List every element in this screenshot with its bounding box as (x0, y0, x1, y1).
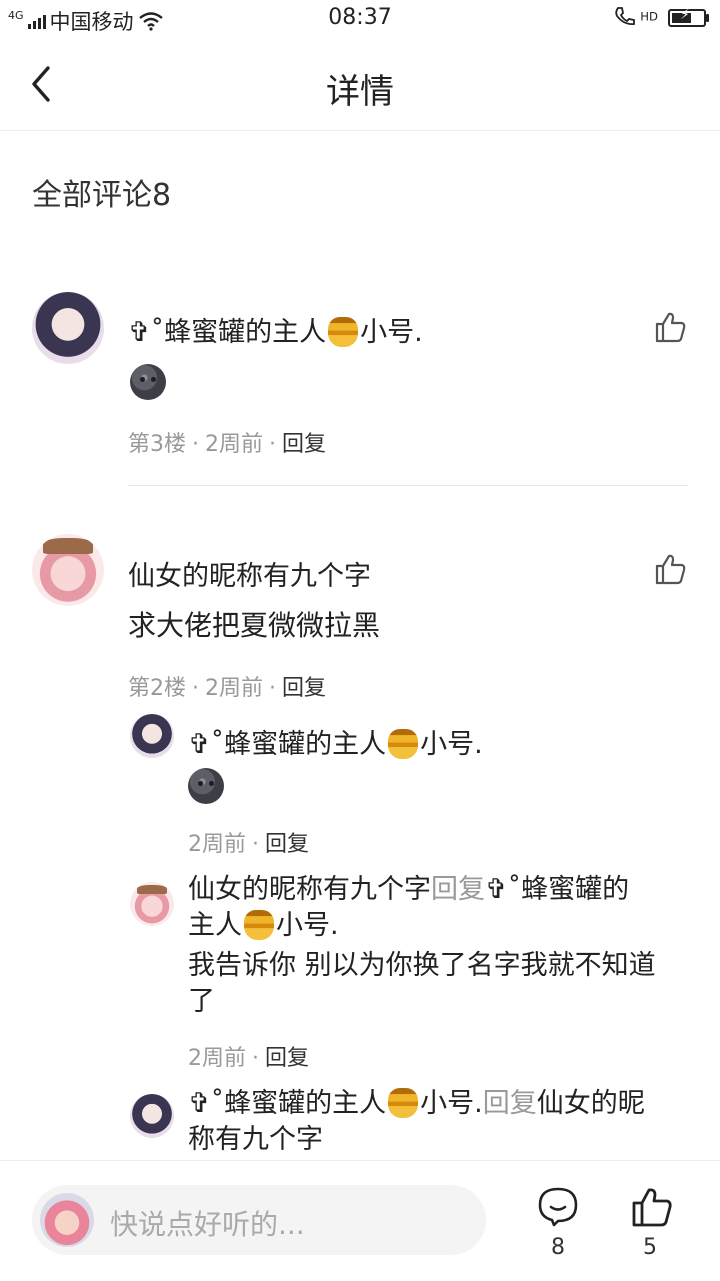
honey-pot-emoji-icon (388, 1088, 419, 1118)
comment-input-placeholder: 快说点好听的... (110, 1208, 305, 1241)
thumbs-up-icon[interactable] (654, 310, 688, 344)
comment-author[interactable]: ✞˚蜂蜜罐的主人 小号. (128, 310, 423, 349)
avatar[interactable] (32, 534, 104, 606)
reply-button[interactable]: 回复 (265, 832, 309, 857)
status-bar: 4G 中国移动 08:37 HD ⚡ (0, 0, 720, 36)
user-avatar (40, 1193, 94, 1247)
comment-author[interactable]: 仙女的昵称有九个字 (128, 554, 371, 593)
avatar[interactable] (130, 1094, 174, 1138)
comment-text: 求大佬把夏微微拉黑 (128, 609, 381, 642)
battery-icon: ⚡ (668, 7, 709, 27)
comment-count: 8 (551, 1235, 565, 1260)
reply-header: 仙女的昵称有九个字回复✞˚蜂蜜罐的 主人 小号. (188, 874, 630, 941)
reply-button[interactable]: 回复 (282, 432, 326, 457)
reply-meta: 2周前 · 回复 (188, 1046, 310, 1071)
comment-meta: 第3楼 · 2周前 · 回复 (128, 432, 327, 457)
honey-pot-emoji-icon (328, 317, 359, 347)
honey-pot-emoji-icon (388, 729, 419, 759)
comment-meta: 第2楼 · 2周前 · 回复 (128, 676, 327, 701)
hd-call-icon: HD (614, 6, 658, 30)
thumbs-up-icon[interactable] (630, 1185, 674, 1229)
moon-face-emoji-icon (188, 768, 224, 808)
status-right: HD ⚡ (614, 6, 709, 30)
reply-author[interactable]: ✞˚蜂蜜罐的主人 小号. (188, 722, 483, 761)
avatar[interactable] (130, 714, 174, 758)
reply-button[interactable]: 回复 (282, 676, 326, 701)
honey-pot-emoji-icon (244, 910, 274, 940)
avatar[interactable] (32, 292, 104, 364)
nav-header: 详情 (0, 36, 720, 131)
avatar[interactable] (130, 882, 174, 926)
reply-button[interactable]: 回复 (265, 1046, 309, 1071)
comments-section-title: 全部评论8 (32, 178, 172, 213)
reply-header: ✞˚蜂蜜罐的主人 小号.回复仙女的昵 称有九个字 (188, 1088, 645, 1155)
bottom-bar: 快说点好听的... 8 5 (0, 1160, 720, 1281)
moon-face-emoji-icon (130, 364, 166, 404)
comment-input[interactable]: 快说点好听的... (32, 1185, 486, 1255)
like-count: 5 (643, 1235, 657, 1260)
clock: 08:37 (328, 5, 392, 30)
divider (128, 485, 688, 486)
comment-bubble-icon[interactable] (536, 1185, 580, 1229)
thumbs-up-icon[interactable] (654, 552, 688, 586)
reply-meta: 2周前 · 回复 (188, 832, 310, 857)
page-title: 详情 (326, 72, 394, 112)
reply-text: 我告诉你 别以为你换了名字我就不知道了 (188, 950, 656, 1017)
